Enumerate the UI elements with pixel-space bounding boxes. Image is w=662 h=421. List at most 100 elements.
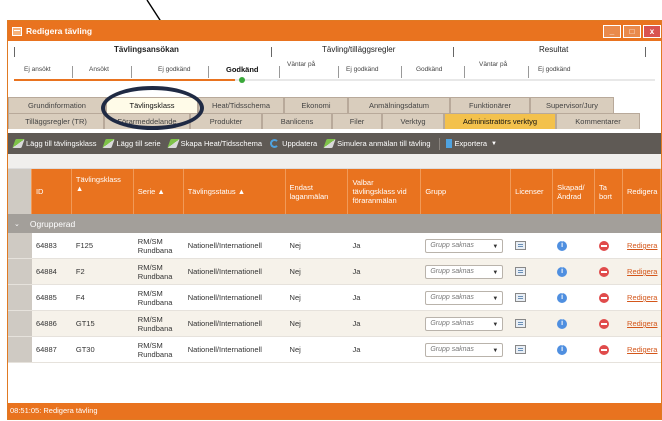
- header-class[interactable]: Tävlingsklass ▲: [72, 169, 134, 214]
- add-series-button[interactable]: Lägg till serie: [102, 139, 161, 148]
- table-row[interactable]: 64884 F2 RM/SM Rundbana Nationell/Intern…: [8, 259, 661, 285]
- add-series-label: Lägg till serie: [116, 139, 161, 148]
- group-select[interactable]: Grupp saknas ▼: [425, 290, 504, 305]
- cell-edit: Redigera: [623, 259, 661, 284]
- license-icon[interactable]: [515, 345, 527, 354]
- header-series[interactable]: Serie ▲: [134, 169, 184, 214]
- cell-team-only: Nej: [289, 293, 301, 302]
- header-group[interactable]: Grupp: [421, 169, 512, 214]
- info-icon[interactable]: i: [557, 240, 568, 251]
- table-row[interactable]: 64887 GT30 RM/SM Rundbana Nationell/Inte…: [8, 337, 661, 363]
- cell-selectable: Ja: [352, 267, 361, 276]
- progress-line-done: [14, 79, 235, 81]
- cell-group: Grupp saknas ▼: [421, 233, 511, 258]
- chevron-down-icon: ▼: [492, 295, 499, 302]
- cell-group: Grupp saknas ▼: [421, 311, 511, 336]
- close-button[interactable]: x: [643, 24, 661, 38]
- edit-link[interactable]: Redigera: [627, 319, 657, 328]
- update-button[interactable]: Uppdatera: [270, 139, 317, 148]
- license-icon[interactable]: [515, 241, 527, 250]
- delete-icon[interactable]: [599, 318, 610, 329]
- maximize-button[interactable]: □: [623, 24, 641, 38]
- delete-icon[interactable]: [599, 292, 610, 303]
- header-series-label: Serie: [137, 187, 156, 196]
- tab-heat-schedule[interactable]: Heat/Tidsschema: [198, 97, 284, 113]
- license-icon[interactable]: [515, 293, 527, 302]
- header-selectable[interactable]: Valbar tävlingsklass vid föraranmälan: [348, 169, 422, 214]
- group-label: Ogrupperad: [29, 218, 76, 229]
- toolbar-separator: [438, 137, 440, 150]
- header-team-only[interactable]: Endast laganmälan: [286, 169, 349, 214]
- header-delete[interactable]: Ta bort: [595, 169, 623, 214]
- tab-supervisor-jury[interactable]: Supervisor/Jury: [530, 97, 614, 113]
- add-class-button[interactable]: Lägg till tävlingsklass: [12, 139, 97, 148]
- table-row[interactable]: 64883 F125 RM/SM Rundbana Nationell/Inte…: [8, 233, 661, 259]
- group-select[interactable]: Grupp saknas ▼: [425, 264, 504, 279]
- cell-status: Nationell/Internationell: [187, 241, 262, 250]
- info-icon[interactable]: i: [557, 318, 568, 329]
- chevron-down-icon: ▼: [492, 321, 499, 328]
- simulate-registration-label: Simulera anmälan till tävling: [337, 139, 431, 148]
- delete-icon[interactable]: [599, 266, 610, 277]
- substatus-applied: Ansökt: [89, 66, 109, 73]
- tab-comments[interactable]: Kommentarer: [556, 113, 640, 129]
- tab-admin-tools[interactable]: Administratörs verktyg: [444, 113, 556, 129]
- edit-link[interactable]: Redigera: [627, 293, 657, 302]
- header-id[interactable]: ID: [32, 169, 72, 214]
- tab-registration-dates[interactable]: Anmälningsdatum: [348, 97, 450, 113]
- export-button[interactable]: Exportera ▼: [445, 139, 497, 148]
- progress-current-dot: [239, 77, 245, 83]
- header-status[interactable]: Tävlingsstatus ▲: [184, 169, 286, 214]
- delete-icon[interactable]: [599, 344, 610, 355]
- cell-licenses: [511, 233, 553, 258]
- info-icon[interactable]: i: [557, 266, 568, 277]
- group-row-ungrouped[interactable]: ⌄ Ogrupperad: [8, 214, 661, 233]
- edit-link[interactable]: Redigera: [627, 267, 657, 276]
- chevron-down-icon: ▼: [492, 243, 499, 250]
- header-edit[interactable]: Redigera: [623, 169, 661, 214]
- magic-wand-icon: [12, 139, 25, 148]
- tab-tools[interactable]: Verktyg: [382, 113, 444, 129]
- tab-files[interactable]: Filer: [332, 113, 382, 129]
- header-created[interactable]: Skapad/ Ändrad: [553, 169, 596, 214]
- tab-basic-info[interactable]: Grundinformation: [8, 97, 106, 113]
- cell-team-only: Nej: [289, 319, 301, 328]
- magic-wand-icon: [323, 139, 336, 148]
- minimize-button[interactable]: _: [603, 24, 621, 38]
- info-icon[interactable]: i: [557, 292, 568, 303]
- cell-class: GT15: [75, 319, 95, 328]
- table-row[interactable]: 64885 F4 RM/SM Rundbana Nationell/Intern…: [8, 285, 661, 311]
- chevron-down-icon: ▼: [491, 140, 497, 147]
- edit-link[interactable]: Redigera: [627, 241, 657, 250]
- delete-icon[interactable]: [599, 240, 610, 251]
- license-icon[interactable]: [515, 267, 527, 276]
- edit-link[interactable]: Redigera: [627, 345, 657, 354]
- cell-delete: [595, 337, 623, 362]
- group-select[interactable]: Grupp saknas ▼: [425, 342, 504, 357]
- tab-officials[interactable]: Funktionärer: [450, 97, 530, 113]
- cell-group: Grupp saknas ▼: [421, 259, 511, 284]
- substatus-waiting: Väntar på: [287, 61, 316, 68]
- group-select[interactable]: Grupp saknas ▼: [425, 316, 504, 331]
- table-row[interactable]: 64886 GT15 RM/SM Rundbana Nationell/Inte…: [8, 311, 661, 337]
- tab-supplementary-rules[interactable]: Tilläggsregler (TR): [8, 113, 104, 129]
- cell-series: RM/SM Rundbana: [137, 262, 173, 281]
- create-heat-schedule-button[interactable]: Skapa Heat/Tidsschema: [167, 139, 262, 148]
- cell-team-only: Nej: [289, 345, 301, 354]
- cell-series: RM/SM Rundbana: [137, 236, 173, 255]
- cell-licenses: [511, 285, 553, 310]
- substatus-not-applied: Ej ansökt: [24, 66, 51, 73]
- simulate-registration-button[interactable]: Simulera anmälan till tävling: [323, 139, 431, 148]
- cell-created: i: [553, 259, 595, 284]
- group-select[interactable]: Grupp saknas ▼: [425, 238, 504, 253]
- header-licenses[interactable]: Licenser: [511, 169, 554, 214]
- tab-economy[interactable]: Ekonomi: [284, 97, 348, 113]
- add-class-label: Lägg till tävlingsklass: [26, 139, 97, 148]
- tab-track-license[interactable]: Banlicens: [262, 113, 332, 129]
- cell-id: 64885: [35, 293, 57, 302]
- row-spacer: [8, 285, 32, 310]
- license-icon[interactable]: [515, 319, 527, 328]
- chevron-down-icon[interactable]: ⌄: [14, 220, 20, 228]
- group-select-value: Grupp saknas: [430, 346, 474, 353]
- info-icon[interactable]: i: [557, 344, 568, 355]
